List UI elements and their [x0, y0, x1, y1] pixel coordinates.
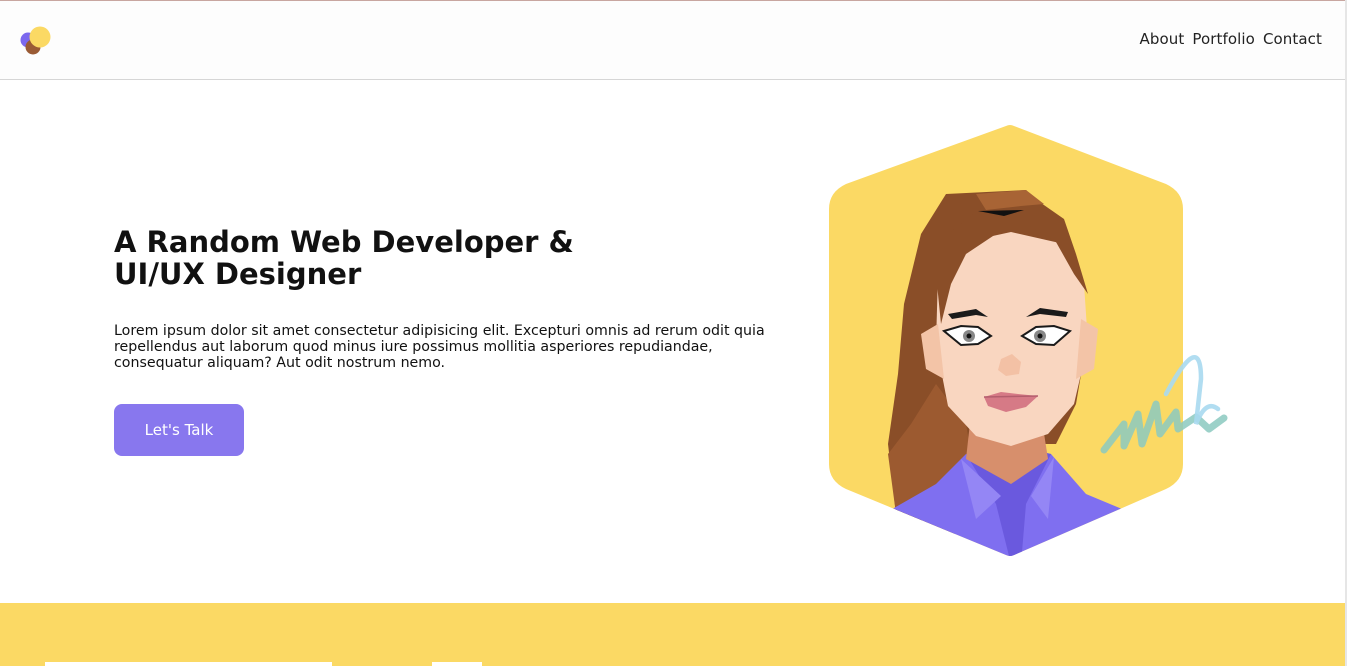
nav-link-about[interactable]: About	[1139, 30, 1184, 48]
nav-link-portfolio[interactable]: Portfolio	[1192, 30, 1255, 48]
logo-icon[interactable]	[18, 23, 58, 59]
nav-menu: About Portfolio Contact	[1139, 30, 1322, 48]
nav-link-contact[interactable]: Contact	[1263, 30, 1322, 48]
portfolio-page: About Portfolio Contact A Random Web Dev…	[0, 0, 1347, 666]
hero-title-line-2: UI/UX Designer	[114, 257, 362, 291]
hero-title: A Random Web Developer & UI/UX Designer	[114, 226, 614, 290]
next-section-card-edge-small	[432, 662, 482, 666]
navbar: About Portfolio Contact	[0, 1, 1347, 80]
hero-description: Lorem ipsum dolor sit amet consectetur a…	[114, 323, 765, 371]
hero-title-line-1: A Random Web Developer &	[114, 225, 574, 259]
lets-talk-button[interactable]: Let's Talk	[114, 404, 244, 456]
next-section-band	[0, 603, 1347, 666]
avatar-portrait-illustration	[826, 124, 1236, 560]
next-section-card-edge	[45, 662, 332, 666]
